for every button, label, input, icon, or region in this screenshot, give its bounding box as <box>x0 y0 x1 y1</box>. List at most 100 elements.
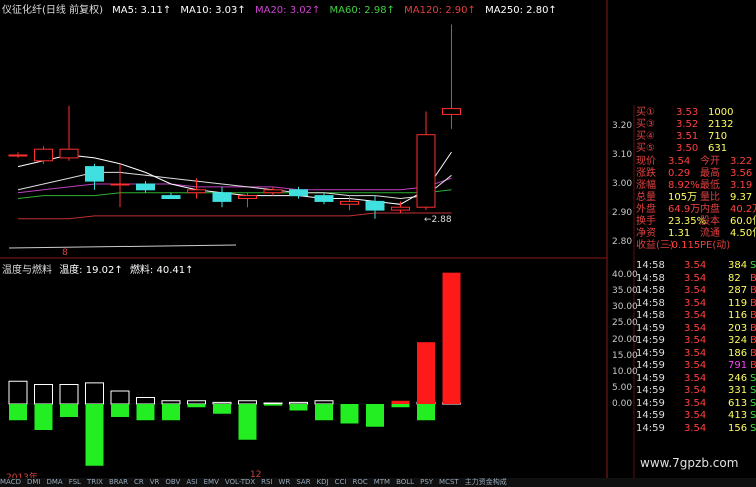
indicator-tab[interactable]: TRIX <box>87 478 103 486</box>
candle-body <box>314 195 334 202</box>
tick-price: 3.54 <box>684 360 707 371</box>
indicator-tab[interactable]: FSL <box>69 478 81 486</box>
wendu-bar <box>110 390 130 405</box>
ranliao-bar <box>417 342 435 404</box>
ranliao-neg-bar <box>85 404 104 466</box>
tick-time: 14:59 <box>636 410 665 421</box>
indicator-tab[interactable]: SAR <box>296 478 310 486</box>
candle-body <box>391 206 410 211</box>
tick-volume: 82 <box>728 272 741 284</box>
indicator-tab[interactable]: EMV <box>204 478 219 486</box>
indicator-tab[interactable]: ROC <box>352 478 367 486</box>
tick-volume: 156 <box>728 422 748 434</box>
bid-volume: 710 <box>708 131 728 142</box>
ranliao-neg-bar <box>391 404 410 408</box>
indicator-tab[interactable]: MTM <box>374 478 390 486</box>
indicator-tab[interactable]: BRAR <box>109 478 128 486</box>
ranliao-neg-bar <box>366 404 384 427</box>
ranliao-neg-bar <box>136 404 155 421</box>
ranliao-neg-bar <box>60 404 78 417</box>
ind-tick: 35.00 <box>612 286 638 296</box>
tick-price: 3.54 <box>684 385 707 396</box>
quote-field-label: 换手 <box>636 216 656 227</box>
tick-volume: 613 <box>728 397 748 409</box>
quote-field-value: 3.54 <box>668 156 691 167</box>
ranliao-neg-bar <box>213 404 231 414</box>
tick-price: 3.54 <box>684 310 707 321</box>
tick-side: B <box>750 285 756 296</box>
price-tick: 3.10 <box>612 150 633 160</box>
bid-price: 3.51 <box>676 131 699 142</box>
indicator-tab[interactable]: KDJ <box>317 478 329 486</box>
indicator-tab[interactable]: WR <box>279 478 291 486</box>
tick-time: 14:59 <box>636 360 665 371</box>
bid-price: 3.52 <box>676 119 699 130</box>
indicator-tab[interactable]: DMI <box>27 478 41 486</box>
indicator-tab[interactable]: MACD <box>0 478 21 486</box>
tick-side: B <box>750 272 756 284</box>
wendu-bar <box>289 401 308 405</box>
indicator-tab[interactable]: VR <box>150 478 160 486</box>
ranliao-bar <box>391 400 410 404</box>
tick-volume: 331 <box>728 385 748 396</box>
wendu-bar <box>238 400 257 405</box>
quote-field-value: 1.31 <box>668 228 691 239</box>
quote-field-label: 涨幅 <box>636 180 656 191</box>
tick-price: 3.54 <box>684 297 707 309</box>
bid-price: 3.53 <box>676 107 699 118</box>
indicator-tab[interactable]: CR <box>134 478 144 486</box>
indicator-tab[interactable]: OBV <box>165 478 180 486</box>
tick-volume: 384 <box>728 260 748 271</box>
tick-price: 3.54 <box>684 347 707 359</box>
price-tick: 2.90 <box>612 208 633 218</box>
candle-body <box>238 195 257 200</box>
indicator-tab[interactable]: MCST <box>439 478 459 486</box>
indicator-tab[interactable]: VOL-TDX <box>225 478 255 486</box>
candle-body <box>34 148 53 162</box>
quote-field-label: 外盘 <box>636 204 656 215</box>
tick-volume: 186 <box>728 347 748 359</box>
watermark: www.7gpzb.com <box>640 456 739 470</box>
price-tick: 3.00 <box>612 179 633 189</box>
tick-side: S <box>750 422 756 434</box>
quote-field-value: 9.37 <box>730 192 753 203</box>
indicator-legend: 温度与燃料 温度: 19.02↑ 燃料: 40.41↑ <box>2 261 198 276</box>
indicator-tab[interactable]: CCI <box>335 478 347 486</box>
quote-field-label: 股本 <box>700 216 720 227</box>
low-marker: ←2.88 <box>424 215 452 225</box>
bid-volume: 631 <box>708 143 728 154</box>
indicator-tab[interactable]: RSI <box>261 478 272 486</box>
candle-body <box>161 195 181 200</box>
indicator-tab[interactable]: DMA <box>46 478 62 486</box>
ma250-line <box>8 244 237 249</box>
tick-time: 14:59 <box>636 372 665 384</box>
indicator-tab[interactable]: 主力资金构成 <box>465 478 507 486</box>
quote-field-label: 总量 <box>636 192 656 203</box>
wendu-bar <box>187 400 206 405</box>
tick-volume: 413 <box>728 410 748 421</box>
bid-volume: 1000 <box>708 107 734 118</box>
candle-body <box>289 189 308 197</box>
wendu-bar <box>212 401 232 405</box>
indicator-tab[interactable]: BOLL <box>396 478 414 486</box>
quote-field-value: 64.9万 <box>668 204 701 215</box>
tick-price: 3.54 <box>684 335 707 346</box>
candle-body <box>340 200 359 205</box>
candle-body <box>365 200 385 211</box>
tick-price: 3.54 <box>684 410 707 421</box>
bid-volume: 2132 <box>708 119 734 130</box>
ind-tick: 30.00 <box>612 302 638 312</box>
ind-tick: 5.00 <box>612 383 633 393</box>
indicator-tab[interactable]: PSY <box>420 478 433 486</box>
indicator-tab[interactable]: ASI <box>186 478 197 486</box>
ranliao-label: 燃料: 40.41↑ <box>129 265 194 276</box>
ind-tick: 10.00 <box>612 367 638 377</box>
tick-side: S <box>750 260 756 271</box>
ranliao-neg-bar <box>34 404 53 430</box>
candle-body <box>85 166 104 182</box>
candle-body <box>187 189 206 194</box>
quote-field-value: 8.92% <box>668 180 700 191</box>
bid-label: 买⑤ <box>636 143 655 154</box>
wendu-bar <box>8 380 28 405</box>
quote-field-label: 现价 <box>636 156 656 167</box>
